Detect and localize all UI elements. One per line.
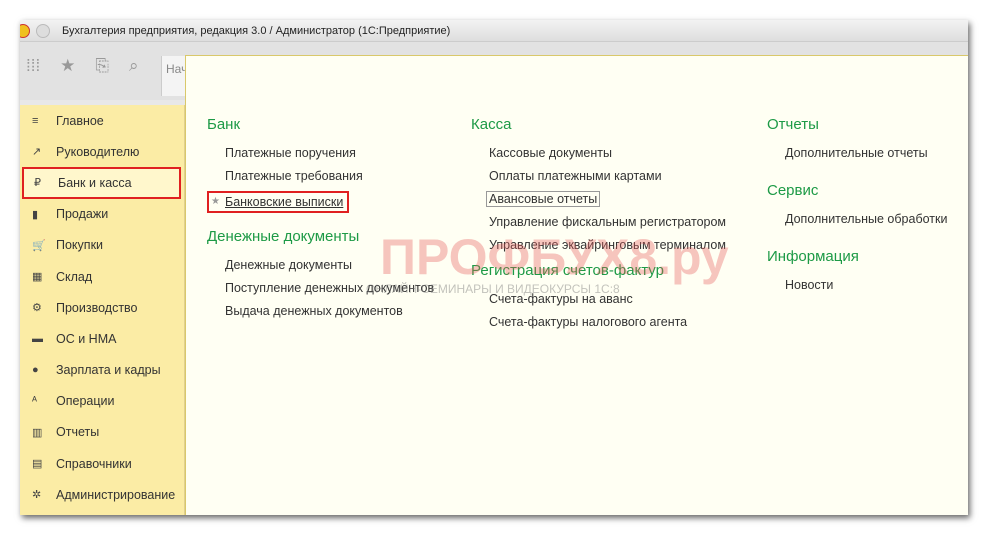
link-additional-reports[interactable]: Дополнительные отчеты <box>785 146 928 160</box>
history-icon[interactable]: ⎘ <box>95 56 109 76</box>
section-icon: ⚙ <box>32 302 42 315</box>
sections-sidebar: ≡ Главное ↗ Руководителю ₽ Банк и касса ▮ Прода… <box>20 105 185 515</box>
group-bank-title: Банк <box>207 116 241 133</box>
sidebar-item[interactable]: ▦ Склад <box>20 261 184 292</box>
section-icon: ▬ <box>32 332 43 345</box>
group-service-title: Сервис <box>767 182 819 199</box>
sidebar-item[interactable]: ᴬ Операции <box>20 386 184 417</box>
sidebar-item-label: Склад <box>56 269 93 284</box>
app-window: Бухгалтерия предприятия, редакция 3.0 / … <box>20 20 968 515</box>
link-advance-reports[interactable]: Авансовые отчеты <box>486 191 601 207</box>
favorites-star-icon[interactable]: ★ <box>60 56 75 76</box>
apps-grid-icon[interactable]: ⁞⁞⁞ <box>26 56 40 76</box>
link-additional-processing[interactable]: Дополнительные обработки <box>785 212 947 226</box>
sidebar-item-label: Главное <box>56 113 104 128</box>
sidebar-item[interactable]: ✲ Администрирование <box>20 479 184 510</box>
link-advance-invoices[interactable]: Счета-фактуры на аванс <box>489 292 633 306</box>
sidebar-item-label: ОС и НМА <box>56 331 117 346</box>
section-icon: 🛒 <box>32 239 46 252</box>
group-money-docs-title: Денежные документы <box>207 228 360 245</box>
sidebar-item[interactable]: ₽ Банк и касса <box>22 167 181 199</box>
group-invoices-title: Регистрация счетов-фактур <box>471 262 664 279</box>
group-info-title: Информация <box>767 248 859 265</box>
section-icon: ↗ <box>32 146 42 159</box>
title-bar: Бухгалтерия предприятия, редакция 3.0 / … <box>20 20 968 42</box>
link-payment-orders[interactable]: Платежные поручения <box>225 146 356 160</box>
sidebar-item-label: Банк и касса <box>58 175 132 190</box>
favorite-star-icon[interactable]: ★ <box>211 194 220 210</box>
sidebar-item[interactable]: ● Зарплата и кадры <box>20 355 184 386</box>
section-icon: ● <box>32 364 39 377</box>
column-1: Банк Платежные поручения Платежные требо… <box>207 116 434 326</box>
section-icon: ≡ <box>32 114 39 127</box>
sidebar-item[interactable]: ↗ Руководителю <box>20 136 184 167</box>
section-icon: ₽ <box>34 177 41 190</box>
sidebar-item[interactable]: ≡ Главное <box>20 105 184 136</box>
sidebar-item[interactable]: ▤ Справочники <box>20 448 184 479</box>
search-icon[interactable]: ⌕ <box>129 56 139 76</box>
section-icon: ✲ <box>32 489 42 502</box>
link-acquiring-terminal[interactable]: Управление эквайринговым терминалом <box>489 238 726 252</box>
link-card-payments[interactable]: Оплаты платежными картами <box>489 169 662 183</box>
1c-logo-icon <box>20 23 30 38</box>
sidebar-item[interactable]: ▮ Продажи <box>20 199 184 230</box>
group-kassa-title: Касса <box>471 116 512 133</box>
link-money-docs[interactable]: Денежные документы <box>225 258 352 272</box>
sidebar-item[interactable]: ▥ Отчеты <box>20 417 184 448</box>
link-agent-invoices[interactable]: Счета-фактуры налогового агента <box>489 315 687 329</box>
sidebar-item-label: Администрирование <box>56 487 176 502</box>
link-payment-requests[interactable]: Платежные требования <box>225 169 363 183</box>
group-reports-title: Отчеты <box>767 116 819 133</box>
sidebar-item-label: Руководителю <box>56 144 140 159</box>
column-2: Касса Кассовые документы Оплаты платежны… <box>471 116 726 337</box>
link-fiscal-registrar[interactable]: Управление фискальным регистратором <box>489 215 726 229</box>
sidebar-item-label: Продажи <box>56 207 109 222</box>
sidebar-item-label: Отчеты <box>56 425 100 440</box>
section-icon: ▦ <box>32 271 43 284</box>
section-icon: ᴬ <box>32 395 37 408</box>
window-title: Бухгалтерия предприятия, редакция 3.0 / … <box>62 24 451 37</box>
link-money-docs-issue[interactable]: Выдача денежных документов <box>225 304 403 318</box>
link-label: Банковские выписки <box>225 195 344 209</box>
column-3: Отчеты Дополнительные отчеты Сервис Допо… <box>767 116 947 300</box>
sidebar-item[interactable]: ⚙ Производство <box>20 292 184 323</box>
section-icon: ▥ <box>32 426 43 439</box>
sidebar-item-label: Производство <box>56 300 138 315</box>
sidebar-item[interactable]: 🛒 Покупки <box>20 230 184 261</box>
section-icon: ▤ <box>32 458 43 471</box>
link-bank-statements[interactable]: ★ Банковские выписки <box>207 191 350 213</box>
link-money-docs-receipt[interactable]: Поступление денежных документов <box>225 281 434 295</box>
menu-dropdown-button[interactable] <box>36 23 50 38</box>
section-panel: Банк Платежные поручения Платежные требо… <box>185 55 968 515</box>
sidebar-item-label: Операции <box>56 394 115 409</box>
sidebar-item-label: Покупки <box>56 238 104 253</box>
section-icon: ▮ <box>32 208 39 221</box>
link-news[interactable]: Новости <box>785 278 833 292</box>
sidebar-item-label: Зарплата и кадры <box>56 363 161 378</box>
sidebar-item-label: Справочники <box>56 456 132 471</box>
link-cash-docs[interactable]: Кассовые документы <box>489 146 612 160</box>
sidebar-item[interactable]: ▬ ОС и НМА <box>20 323 184 354</box>
